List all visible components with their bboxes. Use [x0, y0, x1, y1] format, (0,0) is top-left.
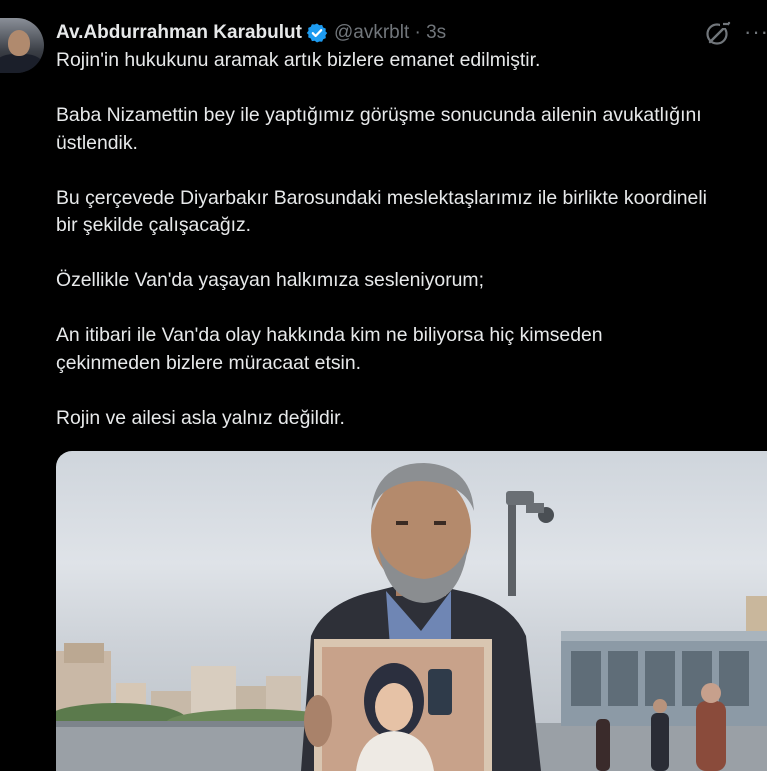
- tweet-paragraph-4: Özellikle Van'da yaşayan halkımıza sesle…: [56, 269, 484, 291]
- photo-illustration: [56, 463, 767, 771]
- tweet-paragraph-6: Rojin ve ailesi asla yalnız değildir.: [56, 406, 345, 429]
- tweet-text: Rojin'in hukukunu aramak artık bizlere e…: [56, 47, 767, 432]
- avatar-face: [8, 30, 30, 56]
- author-handle-time[interactable]: @avkrblt · 3s: [334, 22, 446, 44]
- tweet-paragraph-2: Baba Nizamettin bey ile yaptığımız görüş…: [56, 104, 702, 154]
- author-avatar[interactable]: [0, 18, 44, 73]
- author-name[interactable]: Av.Abdurrahman Karabulut: [56, 22, 302, 44]
- verified-badge-icon: [306, 23, 328, 43]
- more-options-icon[interactable]: ···: [744, 21, 767, 43]
- tweet-media-photo[interactable]: [56, 451, 767, 771]
- tweet-header: Av.Abdurrahman Karabulut @avkrblt · 3s: [56, 19, 446, 47]
- tweet-paragraph-3: Bu çerçevede Diyarbakır Barosundaki mesl…: [56, 186, 707, 237]
- grok-icon[interactable]: [704, 20, 732, 46]
- avatar-suit: [0, 54, 44, 73]
- tweet-paragraph-5: An itibari ile Van'da olay hakkında kim …: [56, 324, 603, 374]
- tweet-paragraph-1: Rojin'in hukukunu aramak artık bizlere e…: [56, 49, 541, 71]
